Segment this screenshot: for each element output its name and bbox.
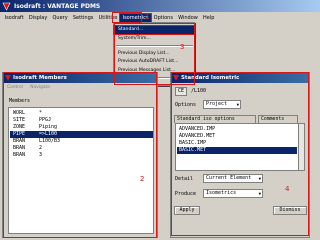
produce-value: Isometrics	[206, 190, 237, 196]
member-name: PPGJ	[39, 117, 52, 123]
members-label: Members	[9, 98, 31, 104]
detail-value: Current Element	[206, 175, 252, 181]
list-item[interactable]: SITE PPGJ	[10, 117, 153, 124]
list-item[interactable]: BASIC.MET	[177, 147, 297, 154]
dropdown-item-previous-autodraft-list[interactable]: Previous AutoDRAFT List...	[118, 58, 178, 66]
apply-button[interactable]: Apply	[174, 206, 200, 215]
tab-comments[interactable]: Comments	[258, 115, 298, 123]
member-type: BRAN	[13, 145, 26, 151]
app-icon	[2, 2, 11, 11]
standard-isometric-window: Standard Isometric CE /L100 Options Proj…	[170, 72, 310, 238]
title-bar: Isodraft : VANTAGE PDMS	[0, 0, 320, 12]
member-type: BRAN	[13, 152, 26, 158]
options-value: Project	[206, 101, 228, 107]
annotation-number-2: 2	[140, 175, 145, 183]
list-item[interactable]: BASIC.IMP	[177, 140, 297, 147]
dropdown-item-standard[interactable]: Standard...	[113, 25, 195, 35]
annotation-number-4: 4	[285, 185, 290, 193]
produce-label: Produce	[175, 191, 197, 197]
window-icon	[173, 75, 179, 81]
menu-query[interactable]: Query	[50, 14, 70, 23]
member-name: 3	[39, 152, 43, 158]
dropdown-item-system-trim[interactable]: System/Trim...	[118, 35, 151, 43]
list-item[interactable]: BRAN 2	[10, 145, 153, 152]
member-name: Piping	[39, 124, 58, 130]
chevron-down-icon: ▼	[258, 191, 261, 196]
members-list[interactable]: WORL * SITE PPGJ ZONE Piping PIPE =>L100 BRAN L10…	[8, 107, 154, 234]
options-select[interactable]: Project ▼	[203, 100, 241, 109]
window-title: Isodraft : VANTAGE PDMS	[14, 2, 101, 10]
menu-settings[interactable]: Settings	[70, 14, 96, 23]
ce-value: /L100	[191, 88, 207, 94]
member-name: 2	[39, 145, 43, 151]
member-type: BRAN	[13, 138, 26, 144]
members-title: Isodraft Members	[13, 75, 67, 81]
member-type: ZONE	[13, 124, 26, 130]
members-menu-bar: Control Navigate	[7, 85, 56, 90]
detail-select[interactable]: Current Element ▼	[203, 174, 263, 183]
annotation-number-1: 1	[145, 13, 150, 21]
member-type: SITE	[13, 117, 26, 123]
menu-control[interactable]: Control	[7, 85, 23, 90]
tab-standard-iso-options[interactable]: Standard iso options	[174, 115, 256, 123]
members-title-bar: Isodraft Members	[3, 73, 157, 83]
list-scrollbar[interactable]	[298, 124, 304, 170]
list-item[interactable]: PIPE =>L100	[10, 131, 153, 138]
ce-button[interactable]: CE	[175, 87, 187, 96]
iso-title-bar: Standard Isometric	[171, 73, 309, 83]
list-item[interactable]: ADVANCED.MET	[177, 133, 297, 140]
menu-isodraft[interactable]: Isodraft	[2, 14, 26, 23]
member-name: *	[39, 110, 43, 116]
list-item[interactable]: BRAN 3	[10, 152, 153, 159]
list-item[interactable]: WORL *	[10, 110, 153, 117]
list-item[interactable]: ZONE Piping	[10, 124, 153, 131]
tab-row: Standard iso options Comments	[174, 115, 306, 123]
member-name: =>L100	[39, 131, 58, 137]
members-window: Isodraft Members Control Navigate Member…	[2, 72, 158, 238]
list-item[interactable]: BRAN L100/B3	[10, 138, 153, 145]
list-item[interactable]: ADVANCED.IMP	[177, 126, 297, 133]
menu-display[interactable]: Display	[26, 14, 50, 23]
member-type: WORL	[13, 110, 26, 116]
window-icon	[5, 75, 11, 81]
options-file-list[interactable]: ADVANCED.IMP ADVANCED.MET BASIC.IMP BASIC.M…	[175, 123, 305, 171]
dropdown-item-previous-display-list[interactable]: Previous Display List...	[118, 50, 170, 58]
produce-select[interactable]: Isometrics ▼	[203, 189, 263, 198]
chevron-down-icon: ▼	[236, 102, 239, 107]
menu-help[interactable]: Help	[200, 14, 217, 23]
menu-navigate[interactable]: Navigate	[30, 85, 50, 90]
annotation-number-3: 3	[180, 43, 185, 51]
chevron-down-icon: ▼	[258, 176, 261, 181]
member-type: PIPE	[13, 131, 26, 137]
iso-title: Standard Isometric	[181, 75, 240, 81]
detail-label: Detail	[175, 176, 194, 182]
member-name: L100/B3	[39, 138, 61, 144]
dismiss-button[interactable]: Dismiss	[273, 206, 307, 215]
options-label: Options	[175, 102, 197, 108]
